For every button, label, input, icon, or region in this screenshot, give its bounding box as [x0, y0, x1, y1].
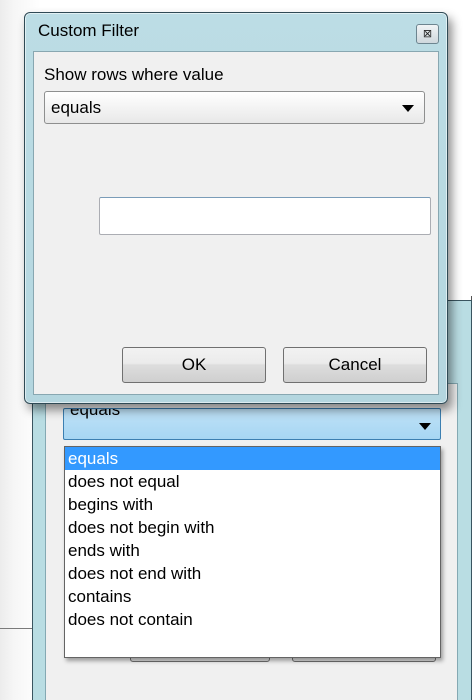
filter-value-input[interactable]	[99, 197, 431, 235]
ok-button[interactable]: OK	[122, 347, 266, 383]
dropdown-option[interactable]: ends with	[65, 539, 440, 562]
ok-button-label: OK	[181, 355, 207, 374]
cancel-button[interactable]: Cancel	[283, 347, 427, 383]
dropdown-option[interactable]: does not contain	[65, 608, 440, 631]
show-rows-label: Show rows where value	[44, 65, 224, 84]
dropdown-option[interactable]: does not end with	[65, 562, 440, 585]
dialog-title: Custom Filter	[38, 21, 140, 40]
close-button[interactable]: ⊠	[416, 24, 439, 44]
desktop-edge-line	[0, 628, 34, 629]
custom-filter-dialog: Custom Filter ⊠ Show rows where value eq…	[24, 12, 448, 404]
background-operator-value: equals	[70, 408, 121, 419]
dropdown-option[interactable]: equals	[65, 447, 440, 470]
operator-select[interactable]: equals	[44, 91, 425, 124]
dropdown-option[interactable]: begins with	[65, 493, 440, 516]
operator-dropdown-list[interactable]: equals does not equal begins with does not …	[64, 446, 441, 658]
dropdown-option[interactable]: contains	[65, 585, 440, 608]
close-icon: ⊠	[422, 27, 433, 40]
chevron-down-icon	[402, 105, 414, 112]
dropdown-option[interactable]: does not begin with	[65, 516, 440, 539]
operator-select-value: equals	[51, 98, 102, 117]
chevron-down-icon	[419, 423, 431, 430]
dropdown-option[interactable]: does not equal	[65, 470, 440, 493]
cancel-button-label: Cancel	[328, 355, 382, 374]
background-operator-select[interactable]: equals	[63, 408, 441, 440]
